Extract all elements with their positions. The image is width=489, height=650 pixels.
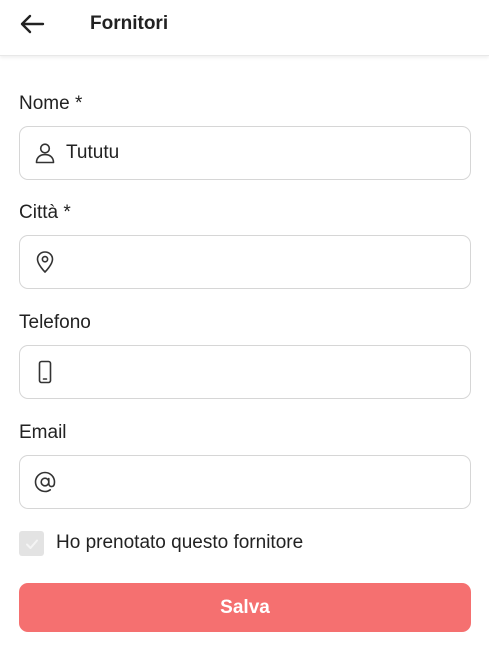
user-icon — [33, 141, 57, 165]
name-label: Nome * — [19, 93, 83, 114]
app-header: Fornitori — [0, 0, 489, 56]
booked-checkbox-label[interactable]: Ho prenotato questo fornitore — [56, 531, 303, 555]
email-label: Email — [19, 422, 67, 443]
email-field[interactable] — [19, 455, 471, 509]
back-button[interactable] — [16, 8, 48, 40]
save-button[interactable]: Salva — [19, 583, 471, 632]
name-input[interactable] — [66, 128, 461, 178]
phone-label: Telefono — [19, 312, 91, 333]
name-field[interactable] — [19, 126, 471, 180]
phone-field[interactable] — [19, 345, 471, 399]
page-title: Fornitori — [90, 13, 169, 34]
city-label: Città * — [19, 202, 71, 223]
email-input[interactable] — [66, 457, 461, 507]
at-sign-icon — [33, 470, 57, 494]
map-pin-icon — [33, 250, 57, 274]
smartphone-icon — [33, 360, 57, 384]
arrow-left-icon — [20, 14, 45, 34]
city-field[interactable] — [19, 235, 471, 289]
check-icon — [25, 539, 38, 549]
city-input[interactable] — [66, 237, 461, 287]
phone-input[interactable] — [66, 347, 461, 397]
booked-checkbox[interactable] — [19, 531, 44, 556]
